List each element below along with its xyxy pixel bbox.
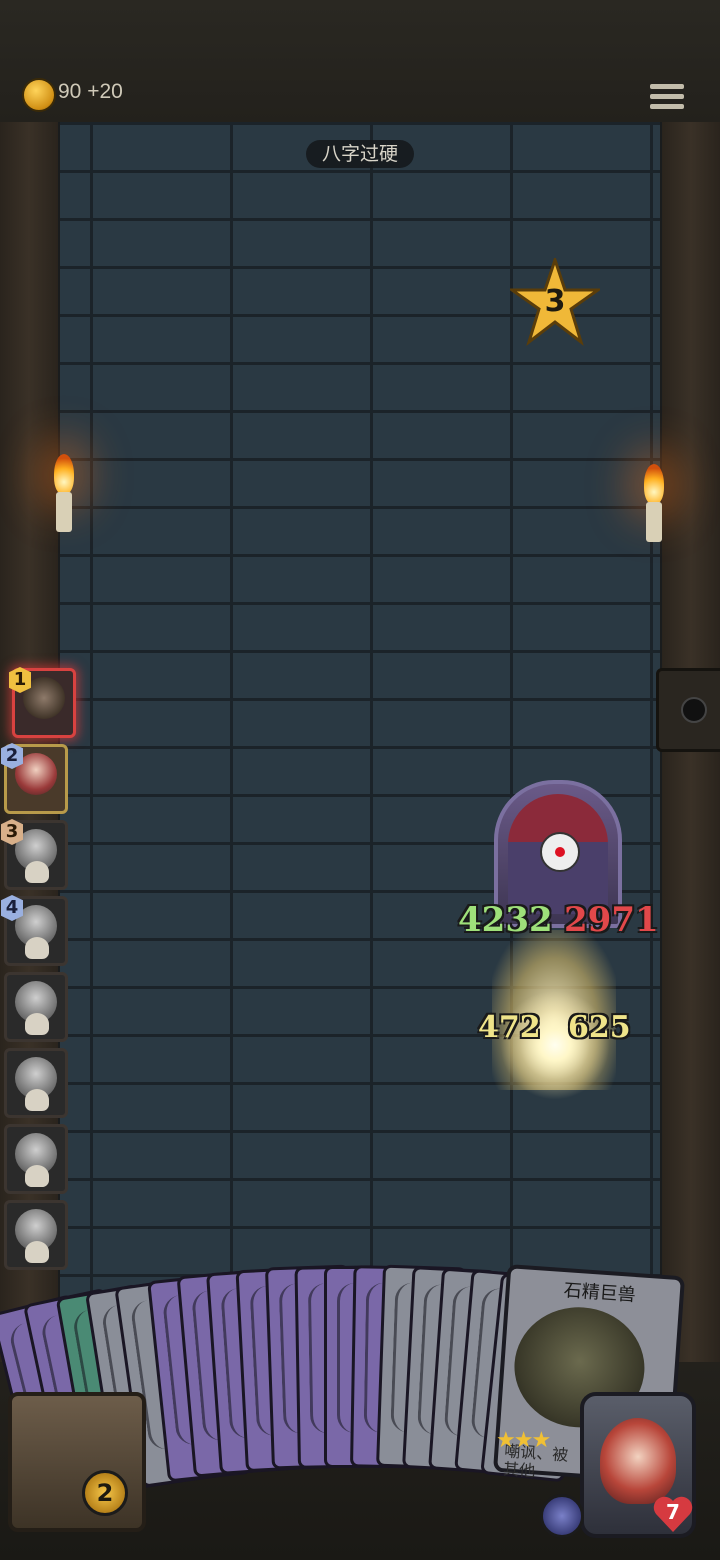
ally-attack: 472	[478, 1010, 541, 1045]
ally-health: 625	[568, 1010, 631, 1045]
queue-item-3[interactable]: 3	[1, 819, 68, 890]
queue-item-8[interactable]	[4, 1200, 68, 1270]
chest-count: 2	[82, 1470, 128, 1516]
queue-number: 4	[1, 895, 23, 921]
hero-health: 7	[666, 1500, 680, 1524]
coin-icon	[22, 78, 56, 112]
level-name: 八字过硬	[306, 140, 414, 168]
skull-icon	[25, 861, 49, 883]
impact-burst-icon	[500, 990, 610, 1100]
skull-icon	[25, 937, 49, 959]
treasure-chest-icon[interactable]	[8, 1392, 146, 1532]
queue-item-5[interactable]	[4, 972, 68, 1042]
skull-icon	[25, 1089, 49, 1111]
star-rating-icon: ★★★	[496, 1428, 551, 1453]
star-value: 3	[544, 284, 566, 319]
queue-number: 2	[1, 743, 23, 769]
enemy-health: 2971	[564, 900, 659, 940]
right-torch-icon	[634, 464, 674, 544]
coin-bonus: +20	[87, 80, 123, 103]
star-badge[interactable]: 3	[507, 255, 603, 348]
queue-number: 1	[9, 667, 31, 693]
door-latch	[656, 668, 720, 752]
queue-item-6[interactable]	[4, 1048, 68, 1118]
skull-icon	[25, 1241, 49, 1263]
left-torch-icon	[44, 454, 84, 534]
queue-item-1[interactable]: 1	[9, 667, 76, 738]
enemy-attack: 4232	[458, 900, 553, 940]
featured-card-title: 石精巨兽	[563, 1280, 637, 1307]
skull-icon	[25, 1013, 49, 1035]
shield-icon[interactable]	[540, 1494, 584, 1538]
queue-item-4[interactable]: 4	[1, 895, 68, 966]
top-bar: 90 +20	[0, 0, 720, 125]
clown-icon	[540, 832, 580, 872]
hero-avatar	[600, 1418, 676, 1504]
queue-item-7[interactable]	[4, 1124, 68, 1194]
queue-number: 3	[1, 819, 23, 845]
coin-amount: 90	[58, 80, 82, 103]
coin-counter: 90 +20	[58, 80, 123, 104]
queue-item-2[interactable]: 2	[1, 743, 68, 814]
skull-icon	[25, 1165, 49, 1187]
menu-icon[interactable]	[650, 84, 684, 116]
